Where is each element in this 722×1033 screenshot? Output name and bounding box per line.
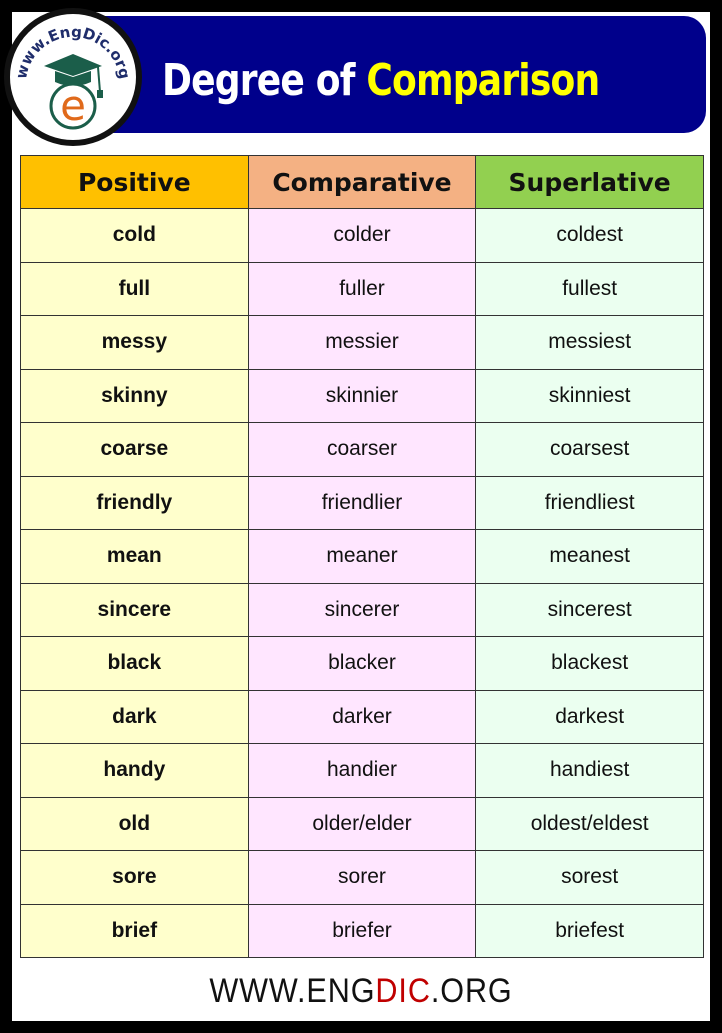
page-title: Degree of Comparison [162, 46, 600, 116]
comparison-table: Positive Comparative Superlative cold col… [20, 155, 704, 958]
cell-comparative: sincerer [247, 582, 477, 637]
cell-positive: skinny [20, 368, 249, 423]
cell-comparative: meaner [247, 529, 477, 584]
cell-comparative: fuller [247, 261, 477, 316]
graduation-cap-logo-icon: www.EngDic.org e [12, 23, 134, 130]
cell-comparative: colder [247, 208, 477, 263]
table-row: friendly friendlier friendliest [20, 475, 704, 530]
cell-comparative: friendlier [247, 475, 477, 530]
cell-positive: sincere [20, 582, 249, 637]
cell-positive: messy [20, 315, 249, 370]
table-row: full fuller fullest [20, 261, 704, 316]
cell-superlative: coldest [475, 208, 704, 263]
cell-positive: old [20, 796, 249, 851]
cell-positive: full [20, 261, 249, 316]
cell-superlative: handiest [475, 743, 704, 798]
cell-comparative: handier [247, 743, 477, 798]
table-header-row: Positive Comparative Superlative [20, 155, 704, 209]
footer-part-www-eng: WWW.ENG [209, 972, 376, 1010]
cell-positive: sore [20, 850, 249, 905]
table-row: mean meaner meanest [20, 529, 704, 584]
cell-comparative: older/elder [247, 796, 477, 851]
cell-positive: mean [20, 529, 249, 584]
cell-comparative: blacker [247, 636, 477, 691]
cell-superlative: oldest/eldest [475, 796, 704, 851]
cell-positive: handy [20, 743, 249, 798]
table-row: skinny skinnier skinniest [20, 368, 704, 423]
cell-positive: friendly [20, 475, 249, 530]
cell-superlative: friendliest [475, 475, 704, 530]
table-row: messy messier messiest [20, 315, 704, 370]
title-part-comparison: Comparison [366, 55, 600, 106]
footer-part-dic: DIC [375, 972, 431, 1010]
cell-comparative: skinnier [247, 368, 477, 423]
cell-positive: coarse [20, 422, 249, 477]
cell-positive: brief [20, 903, 249, 958]
table-row: sincere sincerer sincerest [20, 582, 704, 637]
cell-superlative: briefest [475, 903, 704, 958]
table-row: black blacker blackest [20, 636, 704, 691]
table-row: dark darker darkest [20, 689, 704, 744]
table-row: coarse coarser coarsest [20, 422, 704, 477]
cell-superlative: blackest [475, 636, 704, 691]
header-comparative: Comparative [247, 155, 477, 209]
cell-superlative: darkest [475, 689, 704, 744]
cell-positive: cold [20, 208, 249, 263]
engdic-logo: www.EngDic.org e [4, 8, 142, 146]
cell-superlative: skinniest [475, 368, 704, 423]
footer-website: WWW.ENGDIC.ORG [36, 972, 686, 1011]
cell-positive: black [20, 636, 249, 691]
table-row: sore sorer sorest [20, 850, 704, 905]
cell-comparative: coarser [247, 422, 477, 477]
cell-comparative: briefer [247, 903, 477, 958]
cell-superlative: meanest [475, 529, 704, 584]
table-row: cold colder coldest [20, 208, 704, 263]
table-row: handy handier handiest [20, 743, 704, 798]
cell-superlative: sincerest [475, 582, 704, 637]
title-part-degree-of: Degree of [162, 55, 355, 106]
logo-letter: e [60, 81, 86, 130]
header-positive: Positive [20, 155, 249, 209]
cell-comparative: messier [247, 315, 477, 370]
table-row: old older/elder oldest/eldest [20, 796, 704, 851]
cell-positive: dark [20, 689, 249, 744]
header-superlative: Superlative [475, 155, 704, 209]
cell-comparative: darker [247, 689, 477, 744]
cell-superlative: coarsest [475, 422, 704, 477]
table-row: brief briefer briefest [20, 903, 704, 958]
cell-superlative: fullest [475, 261, 704, 316]
cell-superlative: sorest [475, 850, 704, 905]
footer-part-org: .ORG [430, 972, 513, 1010]
cell-superlative: messiest [475, 315, 704, 370]
cell-comparative: sorer [247, 850, 477, 905]
